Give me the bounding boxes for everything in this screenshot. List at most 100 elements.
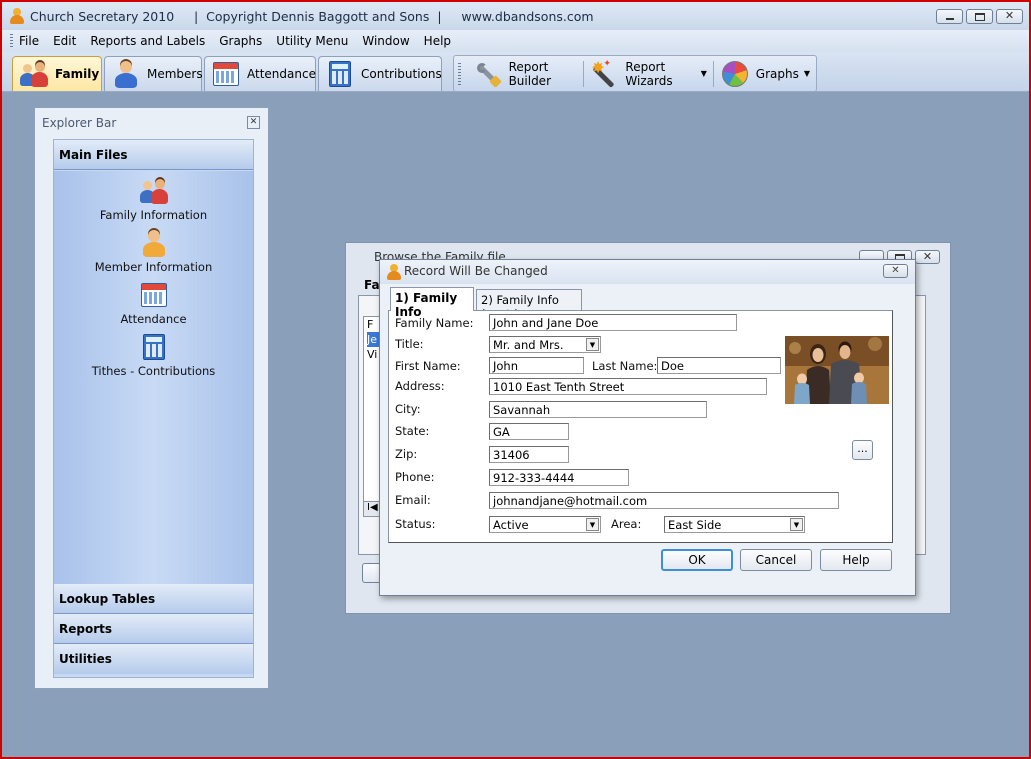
tab-family[interactable]: Family: [12, 56, 102, 91]
menu-graphs[interactable]: Graphs: [219, 34, 262, 48]
last-name-field[interactable]: Doe: [657, 357, 781, 374]
explorer-item-label: Member Information: [94, 260, 213, 274]
email-field[interactable]: johnandjane@hotmail.com: [489, 492, 839, 509]
restore-button[interactable]: [966, 9, 993, 24]
chevron-down-icon[interactable]: ▼: [586, 338, 599, 351]
explorer-item-label: Family Information: [99, 208, 208, 222]
menu-reports-and-labels[interactable]: Reports and Labels: [90, 34, 205, 48]
graphs-button[interactable]: Graphs ▼: [714, 59, 816, 89]
family-photo: [785, 336, 889, 404]
family-info-panel: Family Name: John and Jane Doe Title: Mr…: [388, 310, 893, 543]
last-name-label: Last Name:: [592, 359, 658, 373]
state-label: State:: [395, 424, 430, 438]
phone-field[interactable]: 912-333-4444: [489, 469, 629, 486]
tab-family-info-cont[interactable]: 2) Family Info (cont.): [476, 289, 582, 321]
member-icon: [139, 229, 169, 257]
close-icon: ✕: [891, 265, 900, 276]
report-wizards-label: Report Wizards: [625, 59, 673, 88]
member-icon: [111, 60, 141, 88]
menu-file[interactable]: File: [19, 34, 39, 48]
close-button[interactable]: ✕: [996, 9, 1023, 24]
calculator-icon: [325, 60, 355, 88]
status-select[interactable]: Active ▼: [489, 516, 601, 533]
help-button[interactable]: Help: [820, 549, 892, 571]
cancel-button[interactable]: Cancel: [740, 549, 812, 571]
explorer-title: Explorer Bar: [42, 116, 117, 130]
toolbar-grip[interactable]: [458, 62, 461, 85]
tab-family-info[interactable]: 1) Family Info: [390, 287, 474, 319]
explorer-item-attendance[interactable]: Attendance: [54, 281, 253, 326]
explorer-item-tithes-contributions[interactable]: Tithes - Contributions: [54, 333, 253, 378]
area-label: Area:: [611, 517, 642, 531]
tab-members[interactable]: Members: [104, 56, 203, 91]
title-label: Title:: [395, 337, 424, 351]
area-value: East Side: [668, 518, 722, 532]
toolbar: Family Members Attendance Contributions: [2, 52, 1029, 92]
group-main-files[interactable]: Main Files: [54, 140, 253, 170]
main-files-body: Family Information Member Information At…: [54, 171, 253, 584]
tab-family-label: Family: [55, 67, 100, 81]
zip-field[interactable]: 31406: [489, 446, 569, 463]
calendar-icon: [139, 281, 169, 309]
chevron-down-icon[interactable]: ▼: [790, 518, 803, 531]
explorer-panel: Main Files Family Information Member Inf…: [53, 139, 254, 678]
status-label: Status:: [395, 517, 436, 531]
report-wizards-dropdown-icon: ▼: [700, 69, 707, 78]
close-icon: ✕: [922, 250, 933, 263]
title-select[interactable]: Mr. and Mrs. ▼: [489, 336, 601, 353]
tab-contributions[interactable]: Contributions: [318, 56, 442, 91]
window-title: Church Secretary 2010 | Copyright Dennis…: [30, 8, 594, 24]
report-builder-button[interactable]: Report Builder: [467, 59, 583, 89]
magic-wand-icon: ✸ ✦: [589, 59, 619, 88]
explorer-item-family-information[interactable]: Family Information: [54, 177, 253, 222]
pie-chart-icon: [720, 60, 750, 88]
calculator-icon: [139, 333, 169, 361]
family-icon: [139, 177, 169, 205]
area-select[interactable]: East Side ▼: [664, 516, 805, 533]
wrench-icon: [473, 60, 503, 88]
reports-toolbar: Report Builder ✸ ✦ Report Wizards ▼ Grap…: [453, 55, 817, 92]
report-wizards-button[interactable]: ✸ ✦ Report Wizards ▼: [583, 59, 713, 89]
tab-attendance[interactable]: Attendance: [204, 56, 316, 91]
title-bar: Church Secretary 2010 | Copyright Dennis…: [2, 2, 1029, 30]
city-label: City:: [395, 402, 421, 416]
dialog-close-button[interactable]: ✕: [883, 264, 908, 278]
family-name-field[interactable]: John and Jane Doe: [489, 314, 737, 331]
menu-utility[interactable]: Utility Menu: [276, 34, 348, 48]
minimize-button[interactable]: [936, 9, 963, 24]
family-icon: [19, 60, 49, 88]
menu-grip[interactable]: [10, 34, 13, 48]
explorer-close-icon[interactable]: ✕: [247, 116, 260, 129]
explorer-item-label: Tithes - Contributions: [91, 364, 216, 378]
first-name-field[interactable]: John: [489, 357, 584, 374]
graphs-label: Graphs: [755, 66, 799, 81]
first-name-label: First Name:: [395, 359, 461, 373]
browse-photo-button[interactable]: ...: [852, 440, 873, 460]
tab-members-label: Members: [147, 67, 203, 81]
group-utilities[interactable]: Utilities: [54, 644, 253, 674]
record-dialog: Record Will Be Changed ✕ 1) Family Info …: [379, 259, 916, 596]
menu-edit[interactable]: Edit: [53, 34, 76, 48]
app-icon: [387, 264, 401, 280]
graphs-dropdown-icon: ▼: [803, 69, 811, 78]
app-window: Church Secretary 2010 | Copyright Dennis…: [0, 0, 1031, 759]
chevron-down-icon[interactable]: ▼: [586, 518, 599, 531]
explorer-item-member-information[interactable]: Member Information: [54, 229, 253, 274]
title-value: Mr. and Mrs.: [493, 338, 564, 352]
address-field[interactable]: 1010 East Tenth Street: [489, 378, 767, 395]
menu-window[interactable]: Window: [362, 34, 409, 48]
group-lookup-tables[interactable]: Lookup Tables: [54, 584, 253, 614]
calendar-icon: [211, 60, 241, 88]
restore-icon: [975, 13, 985, 21]
close-icon: ✕: [1004, 9, 1015, 22]
menu-help[interactable]: Help: [424, 34, 451, 48]
explorer-item-label: Attendance: [120, 312, 187, 326]
browse-close-button[interactable]: ✕: [915, 250, 940, 264]
ok-button[interactable]: OK: [661, 549, 733, 571]
minimize-icon: [946, 18, 954, 20]
dialog-title: Record Will Be Changed: [404, 264, 548, 278]
state-field[interactable]: GA: [489, 423, 569, 440]
city-field[interactable]: Savannah: [489, 401, 707, 418]
email-label: Email:: [395, 493, 431, 507]
group-reports[interactable]: Reports: [54, 614, 253, 644]
